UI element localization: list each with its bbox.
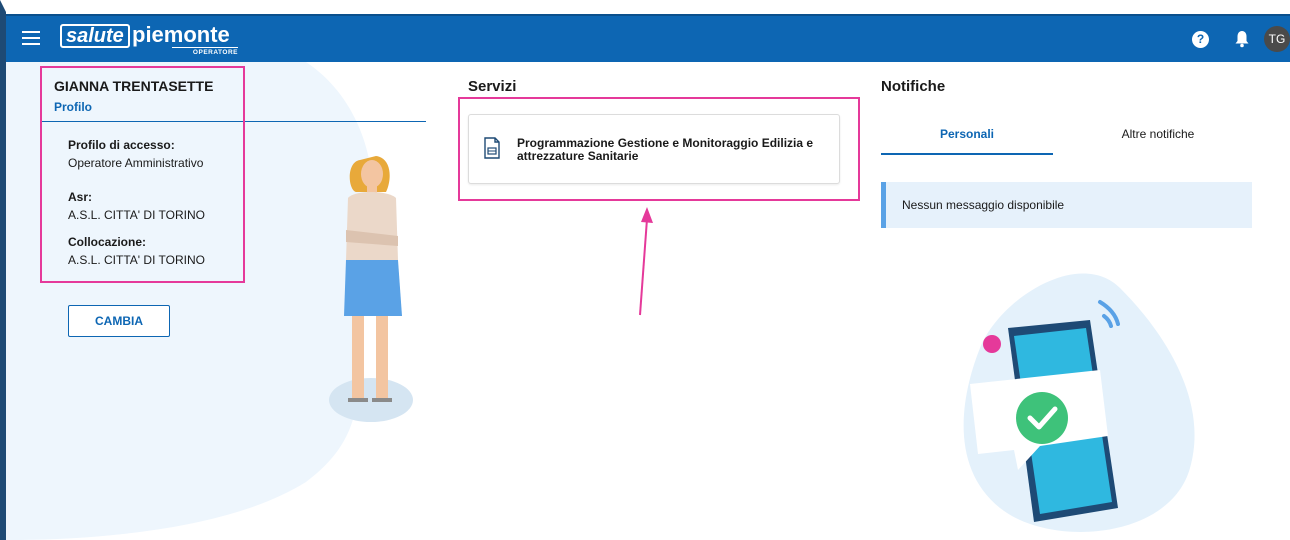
menu-icon[interactable] (22, 31, 40, 45)
tab-other-notifications[interactable]: Altre notifiche (1072, 127, 1244, 141)
empty-notifications-message: Nessun messaggio disponibile (881, 182, 1252, 228)
services-highlight-annotation (458, 97, 860, 201)
tab-personal[interactable]: Personali (881, 127, 1053, 155)
bell-icon[interactable] (1234, 30, 1250, 48)
top-navigation-bar: salute piemonte OPERATORE ? TG (6, 14, 1290, 62)
help-icon[interactable]: ? (1192, 31, 1209, 48)
logo-word-text: piemonte (132, 22, 230, 47)
profile-highlight-annotation (40, 66, 245, 283)
logo-subtitle: OPERATORE (172, 47, 238, 56)
phone-notification-illustration (963, 273, 1195, 532)
arrow-annotation-icon (639, 207, 653, 316)
services-title: Servizi (468, 78, 517, 95)
logo-box-text: salute (60, 24, 130, 48)
woman-illustration (329, 156, 413, 422)
user-avatar[interactable]: TG (1264, 26, 1290, 52)
window-top-strip (6, 0, 1290, 12)
notifications-title: Notifiche (881, 78, 946, 95)
change-profile-button[interactable]: CAMBIA (68, 305, 170, 337)
